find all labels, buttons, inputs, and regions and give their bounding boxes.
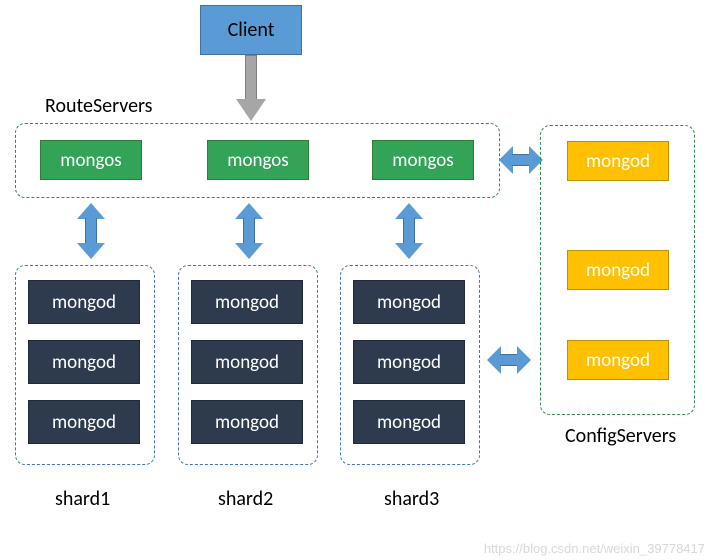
mongod-label: mongod: [377, 411, 441, 434]
shard1-mongod-2: mongod: [28, 400, 140, 444]
mongod-label: mongod: [52, 351, 116, 374]
client-box: Client: [200, 5, 302, 55]
config-servers-label: ConfigServers: [565, 424, 676, 448]
mongod-label: mongod: [215, 351, 279, 374]
mongod-label: mongod: [215, 411, 279, 434]
shard3-mongod-0: mongod: [353, 280, 465, 324]
mongos-box-2: mongos: [372, 140, 474, 180]
mongod-label: mongod: [377, 351, 441, 374]
client-label: Client: [228, 18, 275, 42]
arrow-mongos-shard3: [395, 203, 423, 259]
mongod-label: mongod: [586, 349, 650, 372]
mongod-label: mongod: [586, 259, 650, 282]
mongos-label: mongos: [392, 149, 453, 172]
shard1-label: shard1: [55, 487, 110, 511]
mongos-label: mongos: [227, 149, 288, 172]
shard1-mongod-0: mongod: [28, 280, 140, 324]
watermark: https://blog.csdn.net/weixin_39778417: [484, 541, 705, 556]
shard3-mongod-2: mongod: [353, 400, 465, 444]
mongod-label: mongod: [52, 411, 116, 434]
config-mongod-0: mongod: [567, 141, 669, 181]
arrow-shard-to-config: [487, 346, 531, 374]
mongod-label: mongod: [215, 291, 279, 314]
shard3-mongod-1: mongod: [353, 340, 465, 384]
config-mongod-1: mongod: [567, 250, 669, 290]
mongos-box-0: mongos: [40, 140, 142, 180]
arrow-mongos-shard2: [235, 203, 263, 259]
shard1-mongod-1: mongod: [28, 340, 140, 384]
shard2-mongod-1: mongod: [191, 340, 303, 384]
config-mongod-2: mongod: [567, 340, 669, 380]
arrow-route-to-config: [499, 146, 543, 174]
mongos-label: mongos: [60, 149, 121, 172]
shard3-label: shard3: [384, 487, 439, 511]
mongod-label: mongod: [586, 150, 650, 173]
mongos-box-1: mongos: [207, 140, 309, 180]
shard2-label: shard2: [218, 487, 273, 511]
mongod-label: mongod: [52, 291, 116, 314]
shard2-mongod-2: mongod: [191, 400, 303, 444]
arrow-client-to-route: [238, 55, 264, 121]
shard2-mongod-0: mongod: [191, 280, 303, 324]
route-servers-label: RouteServers: [45, 94, 152, 118]
mongod-label: mongod: [377, 291, 441, 314]
arrow-mongos-shard1: [77, 203, 105, 259]
